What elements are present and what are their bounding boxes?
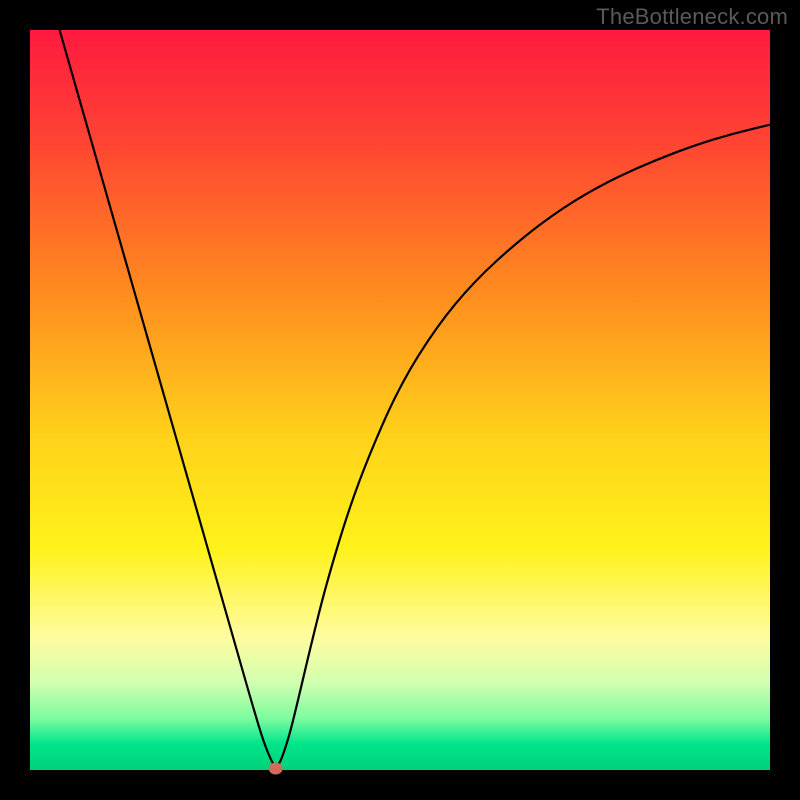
watermark-text: TheBottleneck.com [596, 4, 788, 30]
minimum-marker [269, 763, 283, 775]
bottleneck-chart [0, 0, 800, 800]
plot-background [30, 30, 770, 770]
chart-container: TheBottleneck.com [0, 0, 800, 800]
